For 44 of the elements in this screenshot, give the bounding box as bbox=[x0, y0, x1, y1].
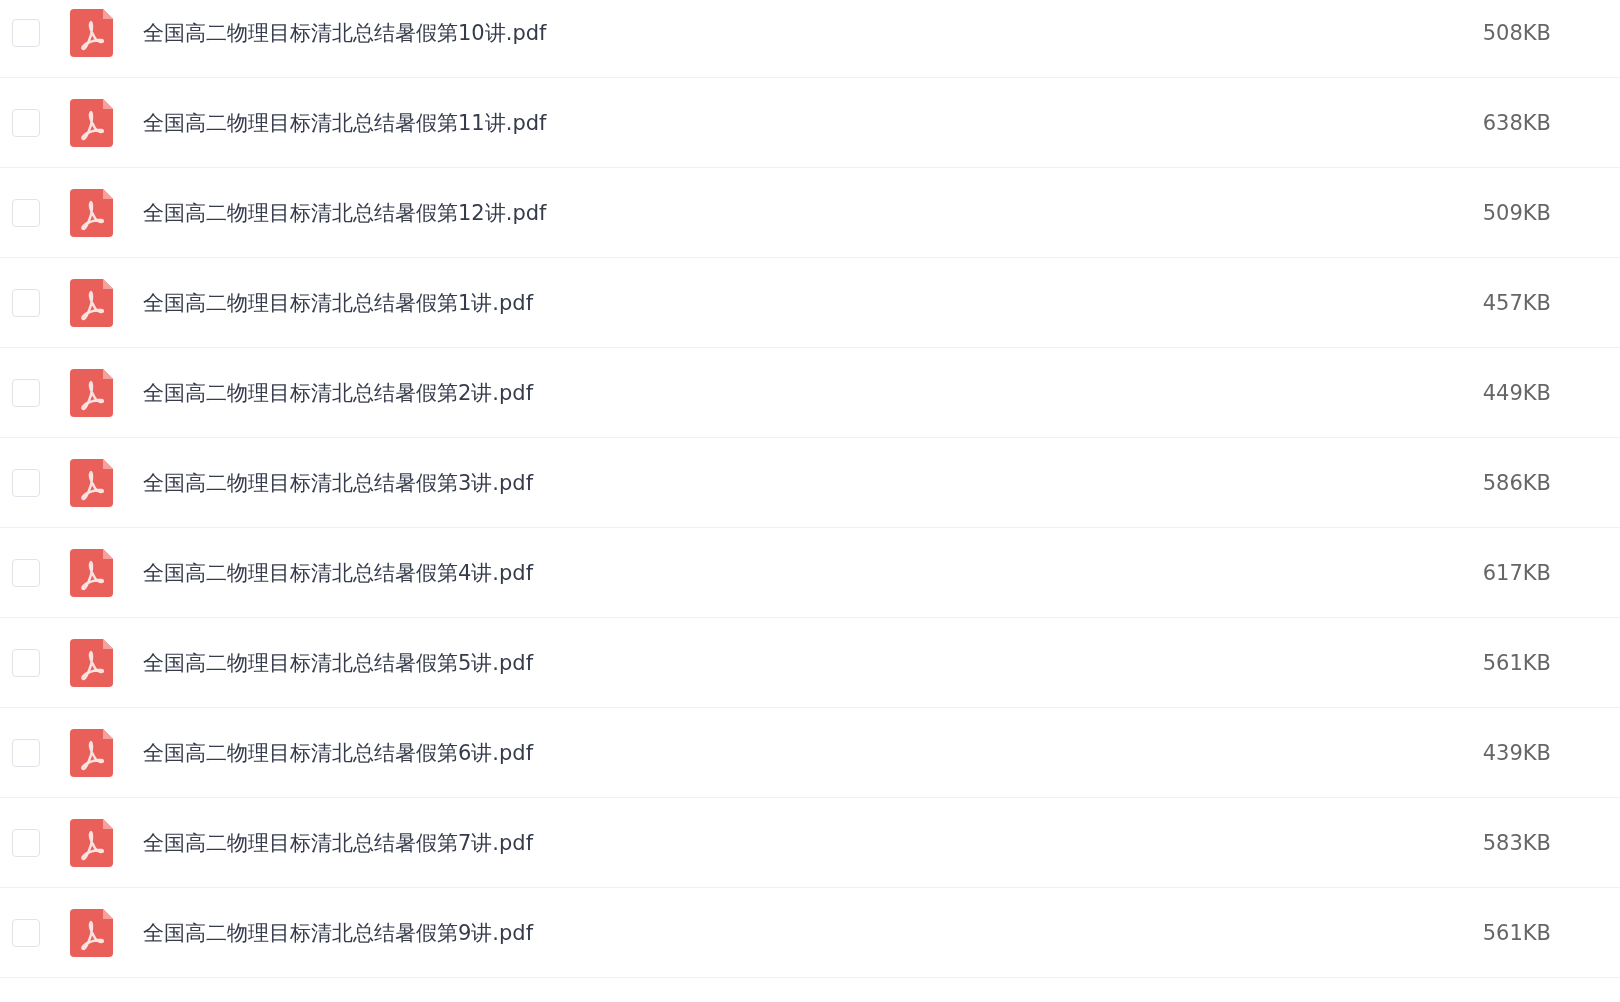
file-size: 457KB bbox=[1482, 290, 1551, 315]
checkbox[interactable] bbox=[12, 288, 40, 317]
checkbox[interactable] bbox=[12, 558, 40, 587]
file-size: 586KB bbox=[1482, 470, 1551, 495]
checkbox[interactable] bbox=[12, 378, 40, 407]
checkbox[interactable] bbox=[12, 648, 40, 677]
file-name[interactable]: 全国高二物理目标清北总结暑假第7讲.pdf bbox=[143, 828, 1483, 857]
pdf-file-icon bbox=[70, 188, 113, 237]
pdf-file-icon bbox=[70, 728, 113, 777]
pdf-file-icon bbox=[70, 278, 113, 327]
file-name[interactable]: 全国高二物理目标清北总结暑假第5讲.pdf bbox=[143, 648, 1483, 677]
file-size: 449KB bbox=[1482, 380, 1551, 405]
checkbox[interactable] bbox=[12, 918, 40, 947]
file-name[interactable]: 全国高二物理目标清北总结暑假第6讲.pdf bbox=[143, 738, 1483, 767]
file-name[interactable]: 全国高二物理目标清北总结暑假第11讲.pdf bbox=[143, 108, 1483, 137]
pdf-file-icon bbox=[70, 368, 113, 417]
checkbox[interactable] bbox=[12, 18, 40, 47]
file-name[interactable]: 全国高二物理目标清北总结暑假第10讲.pdf bbox=[143, 18, 1483, 47]
file-size: 561KB bbox=[1482, 920, 1551, 945]
checkbox[interactable] bbox=[12, 738, 40, 767]
pdf-file-icon bbox=[70, 458, 113, 507]
checkbox[interactable] bbox=[12, 198, 40, 227]
file-name[interactable]: 全国高二物理目标清北总结暑假第3讲.pdf bbox=[143, 468, 1483, 497]
file-size: 508KB bbox=[1482, 20, 1551, 45]
pdf-file-icon bbox=[70, 638, 113, 687]
pdf-file-icon bbox=[70, 8, 113, 57]
pdf-file-icon bbox=[70, 548, 113, 597]
file-name[interactable]: 全国高二物理目标清北总结暑假第1讲.pdf bbox=[143, 288, 1483, 317]
pdf-file-icon bbox=[70, 818, 113, 867]
file-name[interactable]: 全国高二物理目标清北总结暑假第4讲.pdf bbox=[143, 558, 1483, 587]
pdf-file-icon bbox=[70, 98, 113, 147]
file-size: 439KB bbox=[1482, 740, 1551, 765]
file-size: 617KB bbox=[1482, 560, 1551, 585]
file-name[interactable]: 全国高二物理目标清北总结暑假第2讲.pdf bbox=[143, 378, 1483, 407]
file-name[interactable]: 全国高二物理目标清北总结暑假第12讲.pdf bbox=[143, 198, 1483, 227]
pdf-file-icon bbox=[70, 908, 113, 957]
file-size: 583KB bbox=[1482, 830, 1551, 855]
checkbox[interactable] bbox=[12, 828, 40, 857]
checkbox[interactable] bbox=[12, 108, 40, 137]
file-size: 561KB bbox=[1482, 650, 1551, 675]
checkbox[interactable] bbox=[12, 468, 40, 497]
file-size: 509KB bbox=[1482, 200, 1551, 225]
file-size: 638KB bbox=[1482, 110, 1551, 135]
file-name[interactable]: 全国高二物理目标清北总结暑假第9讲.pdf bbox=[143, 918, 1483, 947]
